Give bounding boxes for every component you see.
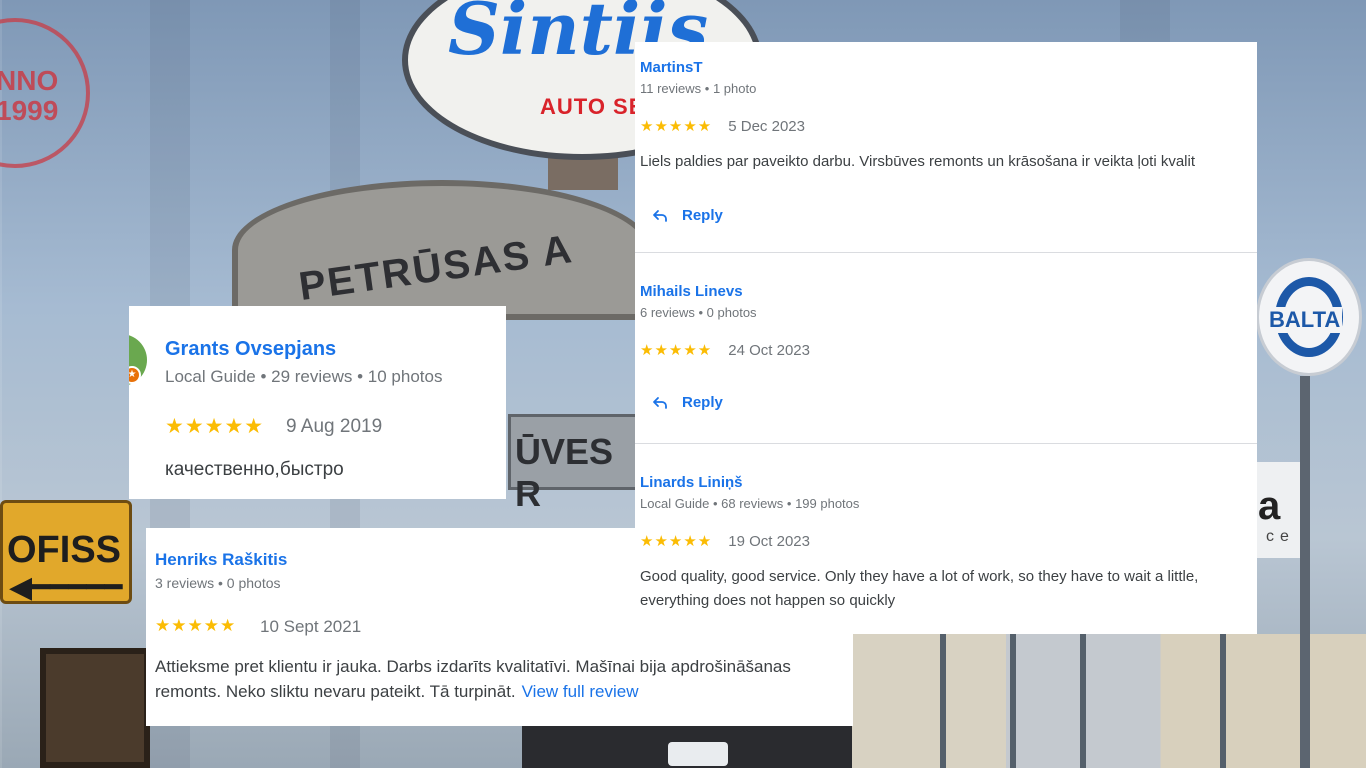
- review-date: 19 Oct 2023: [728, 532, 810, 550]
- reviewer-meta: 3 reviews • 0 photos: [155, 575, 281, 591]
- right-sign: a ce: [1256, 462, 1300, 558]
- star-rating: ★★★★★: [640, 342, 713, 359]
- ofiss-sign: OFISS ◀━━━━━: [0, 500, 132, 604]
- star-rating: ★★★★★: [165, 415, 265, 438]
- review-date: 10 Sept 2021: [260, 617, 362, 636]
- ofiss-text: OFISS: [7, 529, 122, 571]
- review-text-line: Good quality, good service. Only they ha…: [640, 568, 1199, 585]
- reviewer-name[interactable]: Mihails Linevs: [640, 283, 1257, 300]
- reply-label: Reply: [682, 394, 723, 411]
- review-text: Good quality, good service. Only they ha…: [640, 565, 1257, 613]
- right-sign-subtext: ce: [1266, 528, 1295, 545]
- local-guide-badge-icon: ★: [129, 366, 141, 384]
- logo-subtext: AUTO SE: [540, 94, 645, 119]
- review-date: 9 Aug 2019: [286, 416, 383, 437]
- red-stamp: NNO 1999: [0, 18, 90, 168]
- review-item: Linards Liniņš Local Guide • 68 reviews …: [640, 474, 1257, 613]
- reviewer-meta: 11 reviews • 1 photo: [640, 81, 757, 96]
- review-text: Liels paldies par paveikto darbu. Virsbū…: [640, 153, 1195, 170]
- reviewer-meta: Local Guide • 68 reviews • 199 photos: [640, 496, 860, 511]
- review-date: 24 Oct 2023: [728, 341, 810, 359]
- review-card-grants: ★ Grants Ovsepjans Local Guide • 29 revi…: [129, 306, 506, 499]
- metal-plate: ŪVES R: [508, 414, 638, 514]
- reply-button[interactable]: Reply: [652, 394, 1257, 411]
- reply-arrow-icon: [653, 396, 667, 409]
- reviewer-meta: 6 reviews • 0 photos: [640, 305, 757, 320]
- review-text: качественно,быстро: [165, 459, 344, 480]
- balta-sign: BALTA: [1256, 258, 1362, 376]
- divider: [635, 252, 1257, 253]
- arch-text: PETRŪSAS A: [296, 226, 576, 310]
- review-text-line: Attieksme pret klientu ir jauka. Darbs i…: [155, 657, 791, 676]
- reviewer-name[interactable]: Linards Liniņš: [640, 474, 1257, 491]
- divider: [635, 443, 1257, 444]
- star-rating: ★★★★★: [640, 533, 713, 550]
- review-item: MartinsT 11 reviews • 1 photo ★★★★★ 5 De…: [640, 59, 1257, 224]
- review-date: 5 Dec 2023: [728, 117, 805, 135]
- star-rating: ★★★★★: [155, 616, 237, 635]
- review-item: Mihails Linevs 6 reviews • 0 photos ★★★★…: [640, 283, 1257, 411]
- arch-sign: PETRŪSAS A: [232, 180, 652, 320]
- reply-label: Reply: [682, 207, 723, 224]
- star-rating: ★★★★★: [640, 118, 713, 135]
- reply-button[interactable]: Reply: [652, 207, 1257, 224]
- review-list-card: MartinsT 11 reviews • 1 photo ★★★★★ 5 De…: [635, 42, 1257, 634]
- reviewer-name[interactable]: MartinsT: [640, 59, 1257, 76]
- stamp-text: NNO 1999: [0, 65, 59, 126]
- review-text-line-end: remonts. Neko sliktu nevaru pateikt. Tā …: [155, 682, 516, 701]
- cream-wall-section: [852, 634, 1366, 768]
- arrow-left-icon: ◀━━━━━: [9, 571, 123, 604]
- reviewer-name[interactable]: Grants Ovsepjans: [165, 338, 336, 361]
- balta-text: BALTA: [1267, 307, 1343, 333]
- reviewer-meta: Local Guide • 29 reviews • 10 photos: [165, 367, 443, 386]
- reviewer-name[interactable]: Henriks Raškitis: [155, 550, 287, 570]
- sign-pole: [1300, 376, 1310, 768]
- review-text: Attieksme pret klientu ir jauka. Darbs i…: [155, 654, 853, 704]
- reply-arrow-icon: [653, 209, 667, 222]
- view-full-review-link[interactable]: View full review: [522, 682, 639, 701]
- review-text-line: everything does not happen so quickly: [640, 592, 896, 609]
- review-text-line: remonts. Neko sliktu nevaru pateikt. Tā …: [155, 679, 853, 704]
- plate-text: ŪVES R: [515, 431, 614, 514]
- right-sign-text: a: [1258, 484, 1281, 528]
- white-box: [668, 742, 728, 766]
- painted-door: [40, 648, 150, 768]
